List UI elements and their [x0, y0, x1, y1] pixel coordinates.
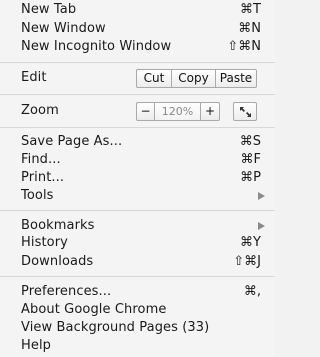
- history-shortcut: ⌘Y: [240, 235, 261, 250]
- background-pages-label: View Background Pages (33): [21, 320, 210, 335]
- tools-label: Tools: [21, 188, 54, 203]
- preferences-shortcut: ⌘,: [243, 284, 261, 299]
- menu-item-new-incognito-window[interactable]: New Incognito Window ⇧⌘N: [0, 38, 275, 56]
- new-incognito-label: New Incognito Window: [21, 39, 172, 54]
- zoom-in-button[interactable]: +: [201, 102, 220, 121]
- menu-item-save-page-as[interactable]: Save Page As... ⌘S: [0, 133, 275, 151]
- menu-separator: [0, 276, 275, 277]
- preferences-label: Preferences...: [21, 284, 112, 299]
- copy-button[interactable]: Copy: [172, 69, 216, 88]
- fullscreen-button[interactable]: [233, 102, 257, 121]
- history-label: History: [21, 235, 68, 250]
- new-window-label: New Window: [21, 21, 106, 36]
- menu-item-help[interactable]: Help: [0, 337, 275, 355]
- help-label: Help: [21, 338, 52, 353]
- menu-item-bookmarks[interactable]: Bookmarks: [0, 217, 275, 235]
- fullscreen-icon: [240, 107, 251, 117]
- zoom-level: 120%: [155, 102, 201, 121]
- menu-item-tools[interactable]: Tools: [0, 187, 275, 205]
- cut-button[interactable]: Cut: [136, 69, 172, 88]
- menu-item-preferences[interactable]: Preferences... ⌘,: [0, 283, 275, 301]
- print-shortcut: ⌘P: [240, 170, 261, 185]
- menu-separator: [0, 210, 275, 211]
- submenu-arrow-icon: [258, 222, 265, 230]
- menu-item-new-window[interactable]: New Window ⌘N: [0, 20, 275, 38]
- new-tab-shortcut: ⌘T: [240, 2, 261, 17]
- menu-separator: [0, 62, 275, 63]
- print-label: Print...: [21, 170, 65, 185]
- find-label: Find...: [21, 152, 61, 167]
- menu-item-downloads[interactable]: Downloads ⇧⌘J: [0, 253, 275, 271]
- menu-separator: [0, 94, 275, 95]
- menu-item-history[interactable]: History ⌘Y: [0, 234, 275, 252]
- menu-item-new-tab[interactable]: New Tab ⌘T: [0, 1, 275, 19]
- menu-separator: [0, 127, 275, 128]
- find-shortcut: ⌘F: [240, 152, 261, 167]
- downloads-label: Downloads: [21, 254, 94, 269]
- save-page-shortcut: ⌘S: [239, 134, 261, 149]
- zoom-out-button[interactable]: −: [136, 102, 155, 121]
- edit-label: Edit: [21, 70, 47, 85]
- new-tab-label: New Tab: [21, 2, 77, 17]
- menu-item-about-google-chrome[interactable]: About Google Chrome: [0, 301, 275, 319]
- chrome-wrench-menu: New Tab ⌘T New Window ⌘N New Incognito W…: [0, 0, 275, 357]
- submenu-arrow-icon: [258, 192, 265, 200]
- downloads-shortcut: ⇧⌘J: [233, 254, 261, 269]
- bookmarks-label: Bookmarks: [21, 218, 95, 233]
- paste-button[interactable]: Paste: [216, 69, 257, 88]
- zoom-label: Zoom: [21, 103, 59, 118]
- menu-item-view-background-pages[interactable]: View Background Pages (33): [0, 319, 275, 337]
- menu-item-find[interactable]: Find... ⌘F: [0, 151, 275, 169]
- menu-item-print[interactable]: Print... ⌘P: [0, 169, 275, 187]
- new-window-shortcut: ⌘N: [238, 21, 261, 36]
- save-page-label: Save Page As...: [21, 134, 123, 149]
- new-incognito-shortcut: ⇧⌘N: [227, 39, 261, 54]
- about-label: About Google Chrome: [21, 302, 167, 317]
